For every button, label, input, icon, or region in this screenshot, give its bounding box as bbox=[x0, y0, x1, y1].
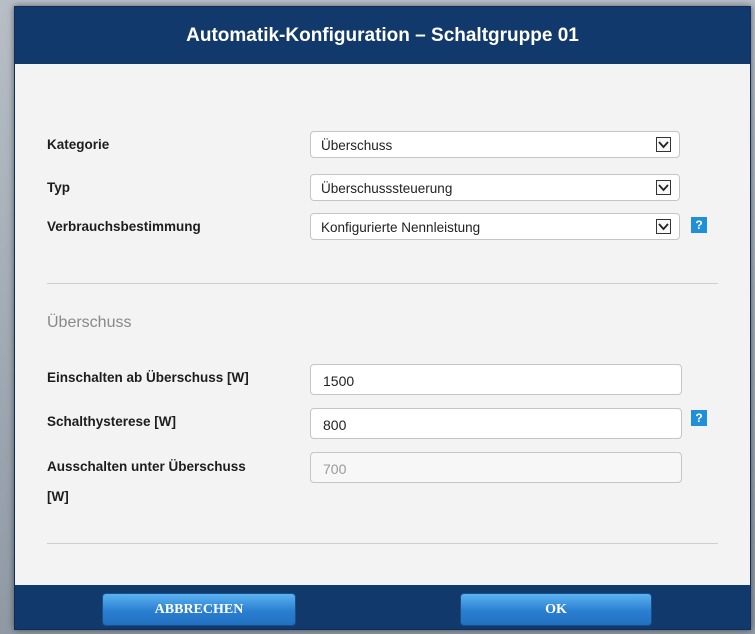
dialog-title: Automatik-Konfiguration – Schaltgruppe 0… bbox=[15, 7, 750, 64]
divider bbox=[47, 283, 718, 284]
help-icon[interactable]: ? bbox=[691, 217, 707, 233]
automation-config-dialog: Automatik-Konfiguration – Schaltgruppe 0… bbox=[14, 6, 751, 630]
dialog-footer: ABBRECHEN OK bbox=[15, 585, 750, 629]
hysterese-label: Schalthysterese [W] bbox=[47, 414, 177, 429]
hysterese-value: 800 bbox=[323, 417, 347, 433]
divider bbox=[47, 543, 718, 544]
help-icon[interactable]: ? bbox=[691, 410, 707, 426]
ok-button[interactable]: OK bbox=[460, 593, 652, 626]
hysterese-input[interactable]: 800 bbox=[310, 408, 682, 439]
einschalten-label: Einschalten ab Überschuss [W] bbox=[47, 370, 249, 385]
kategorie-select[interactable]: Überschuss bbox=[310, 131, 680, 158]
typ-label: Typ bbox=[47, 180, 70, 195]
chevron-down-icon[interactable] bbox=[656, 137, 671, 152]
chevron-down-icon[interactable] bbox=[656, 219, 671, 234]
typ-value: Überschusssteuerung bbox=[321, 181, 453, 196]
ausschalten-label-unit: [W] bbox=[47, 489, 69, 504]
chevron-down-icon[interactable] bbox=[656, 180, 671, 195]
kategorie-label: Kategorie bbox=[47, 137, 110, 152]
ausschalten-input: 700 bbox=[310, 452, 682, 483]
verbrauch-label: Verbrauchsbestimmung bbox=[47, 219, 201, 234]
ausschalten-label: Ausschalten unter Überschuss bbox=[47, 459, 246, 474]
einschalten-input[interactable]: 1500 bbox=[310, 364, 682, 395]
section-title: Überschuss bbox=[47, 314, 132, 331]
verbrauch-value: Konfigurierte Nennleistung bbox=[321, 220, 481, 235]
verbrauch-select[interactable]: Konfigurierte Nennleistung bbox=[310, 213, 680, 240]
typ-select[interactable]: Überschusssteuerung bbox=[310, 174, 680, 201]
kategorie-value: Überschuss bbox=[321, 138, 393, 153]
ausschalten-value: 700 bbox=[323, 461, 347, 477]
einschalten-value: 1500 bbox=[323, 373, 355, 389]
cancel-button[interactable]: ABBRECHEN bbox=[102, 593, 296, 626]
